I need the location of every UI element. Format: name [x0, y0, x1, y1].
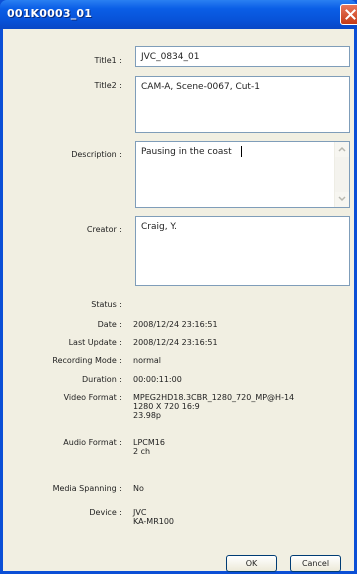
video-format-label: Video Format : — [63, 393, 122, 402]
description-text: Pausing in the coast — [141, 147, 232, 157]
title1-input[interactable]: JVC_0834_01 — [135, 46, 350, 67]
ok-button[interactable]: OK — [226, 555, 277, 572]
description-scrollbar[interactable] — [334, 142, 349, 207]
dialog-body: Title1 : JVC_0834_01 Title2 : CAM-A, Sce… — [3, 29, 354, 572]
title2-label: Title2 : — [94, 81, 122, 90]
window-title: 001K0003_01 — [7, 7, 93, 20]
description-textarea[interactable]: Pausing in the coast — [135, 141, 350, 208]
recording-mode-value: normal — [133, 356, 162, 365]
audio-format-line-2: 2 ch — [133, 447, 151, 456]
scroll-up-button[interactable] — [335, 142, 349, 157]
duration-label: Duration : — [82, 375, 122, 384]
audio-format-label: Audio Format : — [63, 438, 122, 447]
date-label: Date : — [97, 320, 122, 329]
close-button[interactable] — [340, 4, 357, 25]
close-icon — [345, 9, 356, 20]
duration-value: 00:00:11:00 — [133, 375, 182, 384]
media-spanning-label: Media Spanning : — [52, 484, 122, 493]
device-line-2: KA-MR100 — [133, 517, 175, 526]
video-format-line-3: 23.98p — [133, 411, 161, 420]
creator-input[interactable]: Craig, Y. — [135, 216, 350, 286]
device-label: Device : — [89, 508, 122, 517]
text-caret — [241, 146, 242, 157]
recording-mode-label: Recording Mode : — [52, 356, 122, 365]
status-label: Status : — [91, 300, 122, 309]
title2-input[interactable]: CAM-A, Scene-0067, Cut-1 — [135, 76, 350, 133]
scroll-down-button[interactable] — [335, 192, 349, 207]
creator-label: Creator : — [86, 225, 122, 234]
media-spanning-value: No — [133, 484, 144, 493]
date-value: 2008/12/24 23:16:51 — [133, 320, 218, 329]
cancel-button[interactable]: Cancel — [290, 555, 341, 572]
title1-label: Title1 : — [94, 56, 122, 65]
last-update-value: 2008/12/24 23:16:51 — [133, 338, 218, 347]
chevron-up-icon — [338, 146, 346, 152]
chevron-down-icon — [338, 196, 346, 202]
title-bar[interactable]: 001K0003_01 — [0, 0, 357, 29]
last-update-label: Last Update : — [68, 338, 122, 347]
description-label: Description : — [71, 150, 122, 159]
properties-dialog: 001K0003_01 Title1 : JVC_0834_01 Title2 … — [0, 0, 357, 574]
